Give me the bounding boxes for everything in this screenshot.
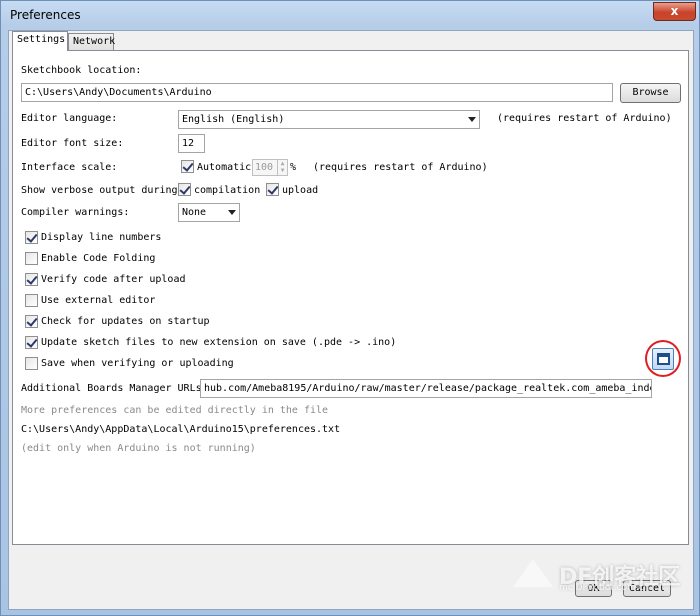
title-bar[interactable]: Preferences x [1, 1, 700, 29]
verbose-upload-label: upload [282, 185, 319, 196]
verify-after-upload-checkbox[interactable] [25, 273, 38, 286]
editor-language-label: Editor language: [21, 113, 118, 124]
watermark-logo-icon [513, 559, 553, 587]
prefs-file-path[interactable]: C:\Users\Andy\AppData\Local\Arduino15\pr… [21, 424, 340, 435]
font-size-label: Editor font size: [21, 138, 124, 149]
save-when-verifying-checkbox[interactable] [25, 357, 38, 370]
settings-panel: Sketchbook location: C:\Users\Andy\Docum… [12, 50, 689, 545]
scale-spinner[interactable]: 100 ▲ ▼ [252, 159, 288, 176]
tab-settings[interactable]: Settings [12, 31, 68, 51]
update-extension-label: Update sketch files to new extension on … [41, 337, 397, 348]
verbose-compilation-label: compilation [194, 185, 261, 196]
compiler-warnings-value: None [182, 207, 207, 218]
window-title: Preferences [10, 8, 81, 22]
dialog-body: Settings Network Sketchbook location: C:… [8, 30, 694, 610]
verify-after-upload-label: Verify code after upload [41, 274, 186, 285]
compiler-warnings-label: Compiler warnings: [21, 207, 130, 218]
boards-urls-label: Additional Boards Manager URLs: [21, 383, 208, 394]
boards-urls-input[interactable]: hub.com/Ameba8195/Arduino/raw/master/rel… [200, 379, 652, 398]
enable-code-folding-checkbox[interactable] [25, 252, 38, 265]
highlight-circle [645, 340, 681, 377]
scale-automatic-label: Automatic [197, 162, 252, 173]
check-updates-checkbox[interactable] [25, 315, 38, 328]
compiler-warnings-select[interactable]: None [178, 203, 240, 222]
watermark-subtext: mc.DFRobot.com.cn [559, 583, 650, 593]
scale-restart-note: (requires restart of Arduino) [313, 162, 488, 173]
display-line-numbers-checkbox[interactable] [25, 231, 38, 244]
scale-value: 100 [255, 162, 274, 173]
more-prefs-note: More preferences can be edited directly … [21, 405, 329, 416]
update-extension-checkbox[interactable] [25, 336, 38, 349]
font-size-input[interactable]: 12 [178, 134, 205, 153]
check-updates-label: Check for updates on startup [41, 316, 210, 327]
scale-automatic-checkbox[interactable] [181, 160, 194, 173]
chevron-down-icon [468, 117, 476, 122]
enable-code-folding-label: Enable Code Folding [41, 253, 156, 264]
tab-network[interactable]: Network [68, 33, 115, 51]
verbose-upload-checkbox[interactable] [266, 183, 279, 196]
language-restart-note: (requires restart of Arduino) [497, 113, 672, 124]
preferences-window: Preferences x Settings Network Sketchboo… [0, 0, 700, 616]
save-when-verifying-label: Save when verifying or uploading [41, 358, 234, 369]
verbose-output-label: Show verbose output during: [21, 185, 184, 196]
edit-only-note: (edit only when Arduino is not running) [21, 443, 256, 454]
chevron-down-icon [228, 210, 236, 215]
spin-down-icon[interactable]: ▼ [278, 167, 287, 174]
editor-language-value: English (English) [182, 114, 285, 125]
use-external-editor-checkbox[interactable] [25, 294, 38, 307]
watermark: DF创客社区 mc.DFRobot.com.cn [513, 553, 693, 593]
browse-button[interactable]: Browse [620, 83, 681, 103]
scale-unit: % [290, 162, 297, 173]
close-button[interactable]: x [653, 2, 696, 21]
spinner-buttons[interactable]: ▲ ▼ [277, 160, 287, 175]
sketchbook-location-input[interactable]: C:\Users\Andy\Documents\Arduino [21, 83, 613, 102]
interface-scale-label: Interface scale: [21, 162, 118, 173]
close-icon: x [670, 4, 679, 18]
editor-language-select[interactable]: English (English) [178, 110, 480, 129]
verbose-compilation-checkbox[interactable] [178, 183, 191, 196]
spin-up-icon[interactable]: ▲ [278, 160, 287, 167]
display-line-numbers-label: Display line numbers [41, 232, 162, 243]
use-external-editor-label: Use external editor [41, 295, 156, 306]
sketchbook-label: Sketchbook location: [21, 65, 142, 76]
